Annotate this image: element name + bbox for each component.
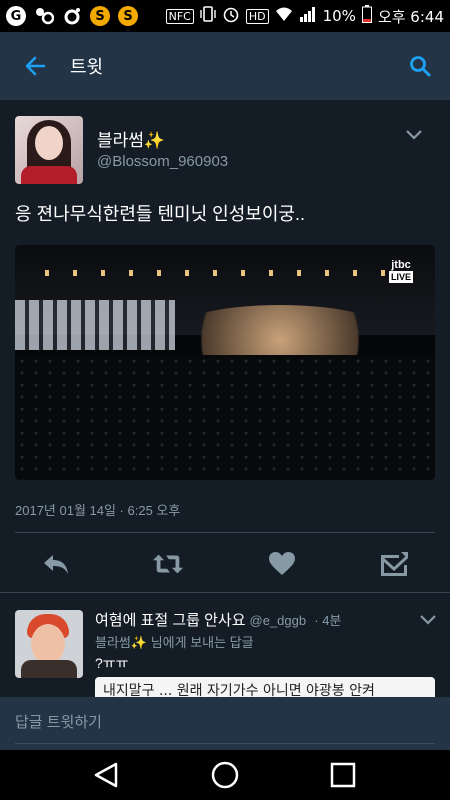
envelope-icon: [381, 552, 408, 576]
divider: [15, 532, 435, 533]
input-underline: [15, 743, 435, 744]
reply-tweet[interactable]: 여혐에 표절 그룹 안사요 @e_dggb · 4분 블라썸✨ 님에게 보내는 답…: [0, 592, 450, 697]
system-nav-bar: [0, 750, 450, 800]
square-recents-icon: [330, 762, 356, 788]
reply-author-handle[interactable]: @e_dggb: [250, 613, 307, 628]
live-badge: LIVE: [389, 271, 414, 283]
app-g-icon: G: [6, 6, 26, 26]
battery-percent: 10%: [322, 7, 356, 25]
author-name-text: 블라썸: [97, 131, 144, 150]
camera-ring-icon: [62, 6, 82, 26]
reply-age: · 4분: [314, 613, 342, 628]
reply-icon: [44, 555, 68, 574]
clock: 오후 6:44: [377, 7, 444, 26]
back-button[interactable]: [0, 32, 70, 100]
heart-icon: [269, 552, 295, 575]
reply-quote-card[interactable]: 내지말구 ... 원래 자기가수 아니면 야광봉 안켜: [95, 677, 435, 697]
reply-author-name[interactable]: 여혐에 표절 그룹 안사요: [95, 612, 246, 629]
like-button[interactable]: [266, 548, 298, 580]
app-s-icon: S: [90, 6, 110, 26]
chevron-down-icon[interactable]: [418, 613, 438, 627]
retweet-button[interactable]: [152, 548, 184, 580]
nav-recents-button[interactable]: [326, 758, 360, 792]
hd-icon: HD: [245, 8, 269, 24]
reply-input[interactable]: 답글 트윗하기: [15, 711, 102, 732]
tweet-author-handle[interactable]: @Blossom_960903: [97, 153, 228, 170]
sparkle-emoji: ✨: [143, 131, 166, 150]
app-bar: 트윗: [0, 32, 450, 100]
triangle-back-icon: [94, 762, 118, 788]
nav-back-button[interactable]: [90, 758, 124, 792]
reply-button[interactable]: [40, 548, 72, 580]
broadcaster-logo-text: jtbc: [391, 259, 411, 271]
reply-compose-bar[interactable]: 답글 트윗하기: [0, 697, 450, 750]
notification-dots-icon: [34, 6, 54, 26]
signal-icon: [299, 6, 317, 26]
search-icon: [410, 56, 431, 77]
search-button[interactable]: [390, 32, 450, 100]
tweet-timestamp: 2017년 01월 14일 · 6:25 오후: [15, 503, 181, 518]
avatar[interactable]: [15, 116, 83, 184]
retweet-icon: [152, 554, 184, 574]
wifi-icon: [275, 6, 293, 26]
notification-icons: G S S: [6, 6, 138, 26]
reply-avatar[interactable]: [15, 610, 83, 678]
nav-home-button[interactable]: [208, 758, 242, 792]
replying-to-line: 블라썸✨ 님에게 보내는 답글: [95, 632, 254, 651]
replying-to-name[interactable]: 블라썸: [95, 635, 131, 650]
tweet-text: 응 젼나무식한련들 텐미닛 인성보이궁..: [15, 204, 305, 224]
app-s-icon-2: S: [118, 6, 138, 26]
reply-author: 여혐에 표절 그룹 안사요 @e_dggb · 4분: [95, 609, 341, 630]
status-bar: G S S NFC HD 10% 오후 6:44: [0, 0, 450, 32]
vibrate-icon: [200, 5, 216, 27]
system-indicators: NFC HD 10% 오후 6:44: [165, 5, 444, 27]
tweet-actions: [0, 540, 450, 588]
tweet-media-video[interactable]: jtbc LIVE: [15, 245, 435, 480]
direct-message-button[interactable]: [378, 548, 410, 580]
alarm-icon: [222, 5, 240, 27]
page-title: 트윗: [70, 57, 104, 77]
sparkle-emoji: ✨: [130, 635, 148, 650]
chevron-down-icon[interactable]: [404, 128, 424, 142]
tweet-author-name[interactable]: 블라썸✨: [97, 126, 165, 151]
replying-to-suffix: 님에게 보내는 답글: [150, 635, 254, 650]
circle-home-icon: [211, 761, 239, 789]
battery-icon: [361, 5, 372, 27]
reply-text: ?ㅠㅠ: [95, 655, 129, 671]
broadcaster-logo: jtbc LIVE: [389, 259, 414, 283]
arrow-left-icon: [25, 56, 46, 76]
nfc-icon: NFC: [165, 8, 194, 24]
